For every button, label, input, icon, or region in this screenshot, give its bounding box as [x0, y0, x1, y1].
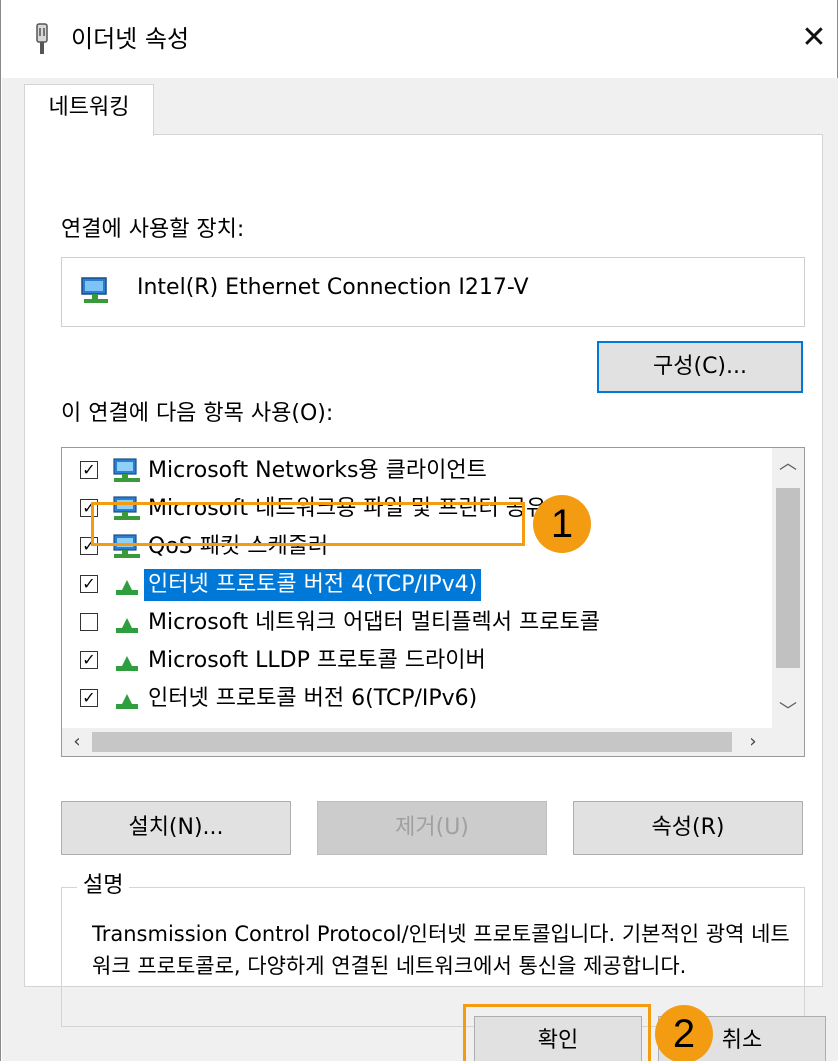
- tab-networking[interactable]: 네트워킹: [24, 84, 154, 136]
- item-checkbox[interactable]: [80, 613, 98, 631]
- list-item[interactable]: ✓ 인터넷 프로토콜 버전 6(TCP/IPv6): [62, 680, 772, 718]
- properties-button[interactable]: 속성(R): [573, 801, 803, 855]
- step1-highlight-box: [91, 502, 525, 546]
- tab-panel-networking: 연결에 사용할 장치: Intel(R) Ethernet Connection…: [24, 134, 823, 1027]
- items-label: 이 연결에 다음 항목 사용(O):: [61, 401, 334, 426]
- protocol-icon: [116, 618, 138, 633]
- uninstall-button[interactable]: 제거(U): [317, 801, 547, 855]
- device-box: Intel(R) Ethernet Connection I217-V: [61, 257, 805, 327]
- step2-highlight-box: [463, 1004, 651, 1061]
- scroll-down-icon[interactable]: ﹀: [772, 696, 804, 728]
- vertical-scrollbar[interactable]: ︿ ﹀: [772, 448, 804, 728]
- item-label-selected: 인터넷 프로토콜 버전 4(TCP/IPv4): [144, 569, 482, 601]
- install-button[interactable]: 설치(N)...: [61, 801, 291, 855]
- scroll-left-icon[interactable]: ‹: [62, 728, 92, 756]
- scroll-up-icon[interactable]: ︿: [772, 448, 804, 480]
- item-checkbox[interactable]: ✓: [80, 461, 98, 479]
- item-checkbox[interactable]: ✓: [80, 575, 98, 593]
- item-label: Microsoft 네트워크 어댑터 멀티플렉서 프로토콜: [148, 610, 600, 635]
- network-adapter-device-icon: [81, 277, 108, 303]
- title-bar: 이더넷 속성 ✕: [1, 0, 837, 78]
- connection-items-list: ✓ Microsoft Networks용 클라이언트 ✓ Microsoft …: [61, 447, 805, 757]
- item-label: Microsoft Networks용 클라이언트: [148, 458, 487, 483]
- description-text: Transmission Control Protocol/인터넷 프로토콜입니…: [92, 922, 790, 978]
- vertical-scroll-thumb[interactable]: [776, 488, 800, 668]
- connect-using-label: 연결에 사용할 장치:: [61, 217, 245, 242]
- protocol-icon: [116, 694, 138, 709]
- ethernet-properties-window: 이더넷 속성 ✕ 네트워킹 연결에 사용할 장치: Intel(R) Ether…: [0, 0, 838, 1061]
- device-name: Intel(R) Ethernet Connection I217-V: [137, 275, 529, 300]
- list-item[interactable]: Microsoft 네트워크 어댑터 멀티플렉서 프로토콜: [62, 604, 772, 642]
- item-label: Microsoft LLDP 프로토콜 드라이버: [148, 648, 486, 673]
- horizontal-scrollbar[interactable]: ‹ ›: [62, 728, 804, 756]
- close-button[interactable]: ✕: [791, 10, 837, 66]
- list-item[interactable]: ✓ Microsoft LLDP 프로토콜 드라이버: [62, 642, 772, 680]
- description-legend: 설명: [77, 871, 130, 901]
- step2-badge: 2: [655, 1005, 713, 1061]
- list-item-selected[interactable]: ✓ 인터넷 프로토콜 버전 4(TCP/IPv4): [62, 566, 772, 604]
- protocol-icon: [116, 656, 138, 671]
- window-title: 이더넷 속성: [71, 25, 190, 53]
- item-checkbox[interactable]: ✓: [80, 689, 98, 707]
- protocol-icon: [116, 580, 138, 595]
- network-adapter-icon: [36, 23, 48, 54]
- network-client-icon: [113, 458, 140, 482]
- item-label: 인터넷 프로토콜 버전 6(TCP/IPv6): [148, 686, 478, 711]
- horizontal-scroll-thumb[interactable]: [92, 732, 732, 752]
- configure-button[interactable]: 구성(C)...: [597, 341, 803, 393]
- scroll-right-icon[interactable]: ›: [738, 728, 768, 756]
- dialog-content: 네트워킹 연결에 사용할 장치: Intel(R) Ethernet Conne…: [2, 78, 838, 1061]
- step1-badge: 1: [533, 495, 591, 553]
- list-item[interactable]: ✓ Microsoft Networks용 클라이언트: [62, 452, 772, 490]
- item-checkbox[interactable]: ✓: [80, 651, 98, 669]
